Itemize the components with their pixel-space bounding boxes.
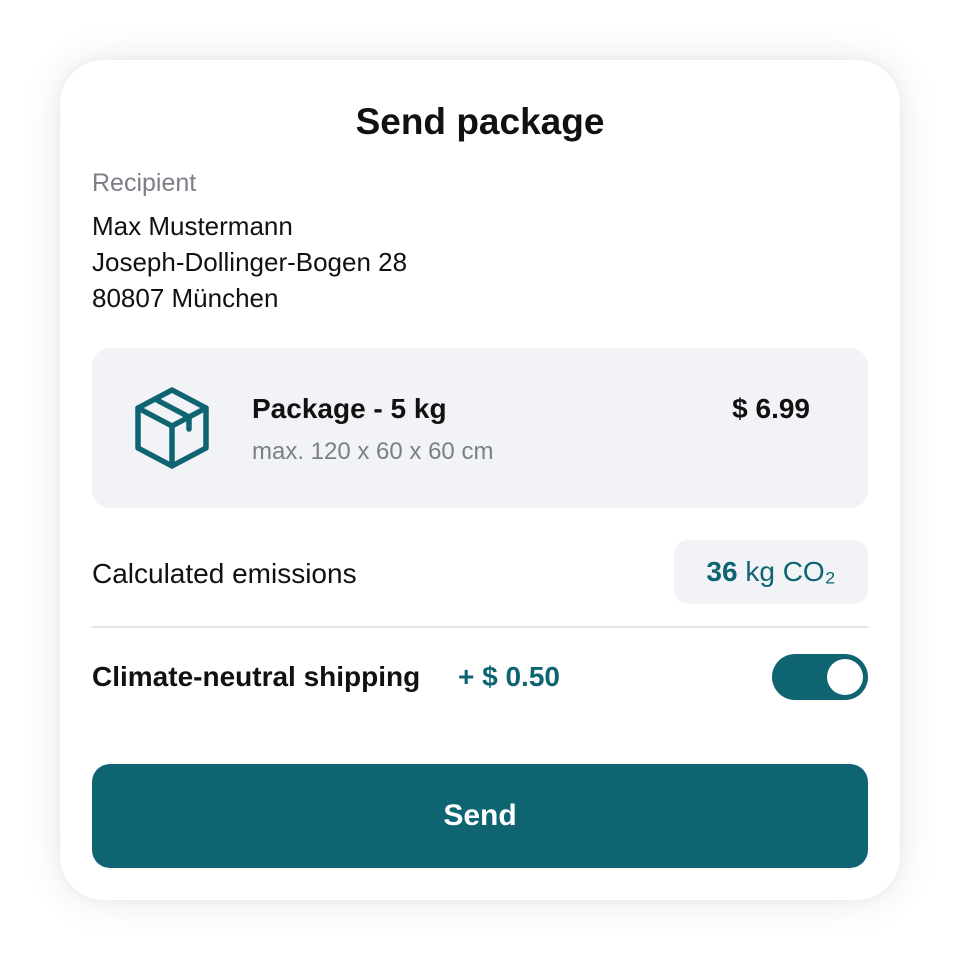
climate-neutral-price: + $ 0.50: [458, 661, 560, 692]
send-button[interactable]: Send: [92, 764, 868, 868]
emissions-value: 36: [706, 556, 738, 587]
divider: [92, 626, 868, 628]
package-box-icon: [134, 386, 210, 470]
recipient-name: Max Mustermann: [92, 211, 293, 241]
recipient-city: 80807 München: [92, 283, 279, 313]
climate-neutral-toggle[interactable]: [772, 654, 868, 700]
page-title: Send package: [355, 101, 605, 142]
page: Send package Recipient Max Mustermann Jo…: [0, 0, 960, 960]
toggle-knob: [827, 659, 863, 695]
climate-neutral-label: Climate-neutral shipping: [92, 661, 421, 692]
recipient-address: Max Mustermann Joseph-Dollinger-Bogen 28…: [92, 208, 407, 316]
emissions-label: Calculated emissions: [92, 558, 357, 589]
package-dimensions: max. 120 x 60 x 60 cm: [252, 438, 494, 465]
emissions-badge: 36 kg CO₂: [674, 540, 868, 604]
package-price: $ 6.99: [732, 393, 810, 424]
recipient-street: Joseph-Dollinger-Bogen 28: [92, 247, 408, 277]
package-name: Package - 5 kg: [252, 393, 447, 424]
emissions-unit: kg CO₂: [745, 556, 836, 587]
recipient-label: Recipient: [92, 169, 197, 197]
